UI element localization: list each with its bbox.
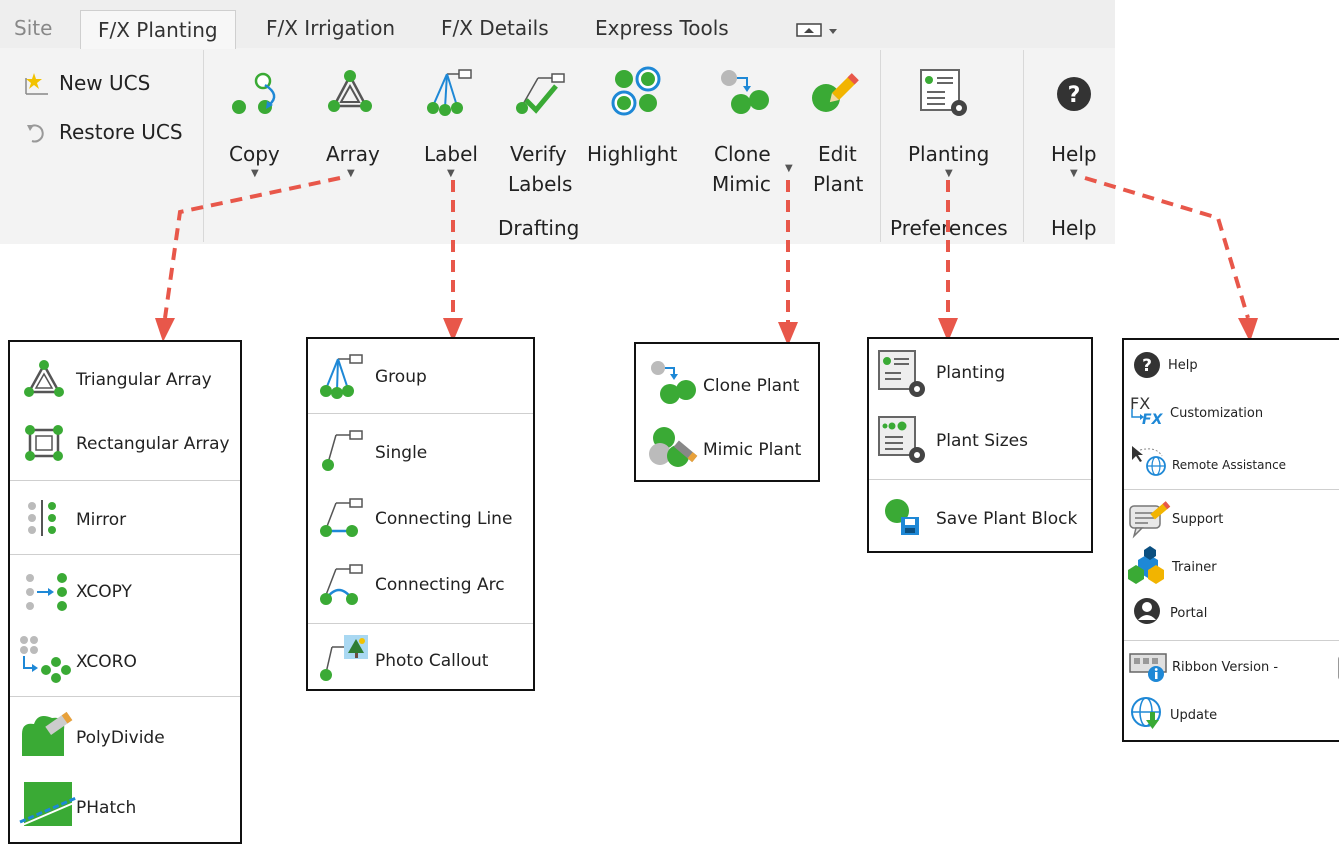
mirror-icon: [24, 498, 64, 542]
connecting-line-icon: [318, 495, 368, 547]
menu-item-label: Help: [1168, 358, 1198, 373]
menu-item-ribbon-version[interactable]: Ribbon Version -: [1124, 650, 1339, 686]
menu-item-label: Save Plant Block: [936, 509, 1078, 529]
menu-item-clone-plant[interactable]: Clone Plant: [636, 358, 818, 406]
menu-item-label: Mimic Plant: [703, 440, 802, 460]
menu-item-support[interactable]: Support: [1124, 498, 1339, 540]
save-plant-block-icon: [881, 495, 925, 545]
menu-item-group[interactable]: Group: [308, 353, 533, 401]
menu-item-label: Photo Callout: [375, 651, 489, 671]
update-globe-icon: [1130, 696, 1166, 736]
menu-divider: [10, 480, 240, 481]
customization-icon: FX FX: [1130, 394, 1174, 434]
connecting-arc-icon: [318, 561, 368, 613]
menu-item-label: Support: [1172, 512, 1224, 527]
help-dropdown-menu: ? Help FX FX Customization Remote Assist…: [1122, 338, 1339, 742]
customization-fx-bottom: FX: [1142, 412, 1163, 428]
remote-assistance-icon: [1130, 444, 1170, 482]
menu-divider: [10, 696, 240, 697]
menu-divider: [1124, 489, 1339, 490]
array-callout-arrow: [163, 176, 341, 319]
xcopy-icon: [22, 570, 70, 618]
menu-item-label: PolyDivide: [76, 728, 165, 748]
menu-item-connecting-line[interactable]: Connecting Line: [308, 495, 533, 543]
menu-item-update[interactable]: Update: [1124, 696, 1339, 734]
help-question-icon: ?: [1132, 350, 1162, 384]
mimic-plant-icon: [646, 424, 698, 476]
menu-item-label: Group: [375, 367, 427, 387]
phatch-icon: [18, 774, 78, 834]
ribbon-version-icon: [1128, 650, 1172, 688]
rectangular-array-icon: [24, 424, 64, 466]
menu-item-remote-assistance[interactable]: Remote Assistance: [1124, 444, 1339, 480]
menu-item-rectangular-array[interactable]: Rectangular Array: [10, 424, 240, 464]
menu-item-label: Ribbon Version -: [1172, 660, 1279, 675]
menu-item-label: Connecting Arc: [375, 575, 505, 595]
menu-item-label: Planting: [936, 363, 1006, 383]
menu-item-label: Mirror: [76, 510, 127, 530]
menu-item-save-plant-block[interactable]: Save Plant Block: [869, 495, 1091, 541]
label-dropdown-menu: Group Single Connecting Line Connecting …: [306, 337, 535, 691]
polydivide-icon: [18, 706, 78, 764]
help-callout-arrow: [1084, 176, 1250, 319]
clone-plant-icon: [648, 358, 698, 410]
label-group-icon: [318, 353, 368, 405]
portal-user-icon: [1132, 596, 1162, 630]
menu-divider: [308, 413, 533, 414]
menu-item-customization[interactable]: FX FX Customization: [1124, 394, 1339, 434]
menu-item-portal[interactable]: Portal: [1124, 596, 1339, 632]
triangular-array-icon: [24, 360, 64, 402]
menu-item-photo-callout[interactable]: Photo Callout: [308, 633, 533, 683]
xcoro-icon: [18, 634, 74, 688]
planting-preferences-dropdown-menu: Planting Plant Sizes Save Plant Block: [867, 337, 1093, 553]
planting-settings-icon: [877, 349, 933, 405]
menu-item-label: PHatch: [76, 798, 137, 818]
menu-item-plant-sizes[interactable]: Plant Sizes: [869, 415, 1091, 467]
menu-item-mimic-plant[interactable]: Mimic Plant: [636, 424, 818, 472]
menu-item-xcopy[interactable]: XCOPY: [10, 570, 240, 614]
menu-item-connecting-arc[interactable]: Connecting Arc: [308, 561, 533, 609]
menu-item-label: Trainer: [1172, 560, 1217, 575]
menu-item-help[interactable]: ? Help: [1124, 350, 1339, 382]
menu-divider: [10, 554, 240, 555]
menu-item-label: Clone Plant: [703, 376, 800, 396]
menu-item-trainer[interactable]: Trainer: [1124, 546, 1339, 588]
photo-callout-icon: [318, 633, 372, 687]
plant-sizes-icon: [877, 415, 933, 471]
array-dropdown-menu: Triangular Array Rectangular Array Mirro…: [8, 340, 242, 844]
svg-text:?: ?: [1142, 356, 1152, 376]
menu-item-xcoro[interactable]: XCORO: [10, 634, 240, 684]
menu-item-label: Connecting Line: [375, 509, 513, 529]
menu-item-phatch[interactable]: PHatch: [10, 774, 240, 830]
label-single-icon: [318, 427, 368, 479]
clone-mimic-dropdown-menu: Clone Plant Mimic Plant: [634, 342, 820, 482]
menu-item-planting[interactable]: Planting: [869, 349, 1091, 401]
menu-item-single[interactable]: Single: [308, 427, 533, 475]
menu-item-label: Update: [1170, 708, 1218, 723]
support-icon: [1128, 498, 1172, 542]
menu-item-label: Triangular Array: [76, 370, 212, 390]
menu-item-triangular-array[interactable]: Triangular Array: [10, 360, 240, 400]
menu-divider: [1124, 640, 1339, 641]
menu-item-label: Portal: [1170, 606, 1208, 621]
trainer-icon: [1126, 546, 1172, 592]
menu-item-label: Customization: [1170, 406, 1264, 421]
menu-divider: [869, 479, 1091, 480]
menu-item-mirror[interactable]: Mirror: [10, 498, 240, 538]
menu-item-label: Remote Assistance: [1172, 458, 1287, 472]
menu-divider: [308, 623, 533, 624]
menu-item-label: XCORO: [76, 652, 137, 672]
menu-item-label: Plant Sizes: [936, 431, 1028, 451]
menu-item-label: XCOPY: [76, 582, 132, 602]
menu-item-polydivide[interactable]: PolyDivide: [10, 706, 240, 762]
menu-item-label: Rectangular Array: [76, 434, 230, 454]
menu-item-label: Single: [375, 443, 428, 463]
